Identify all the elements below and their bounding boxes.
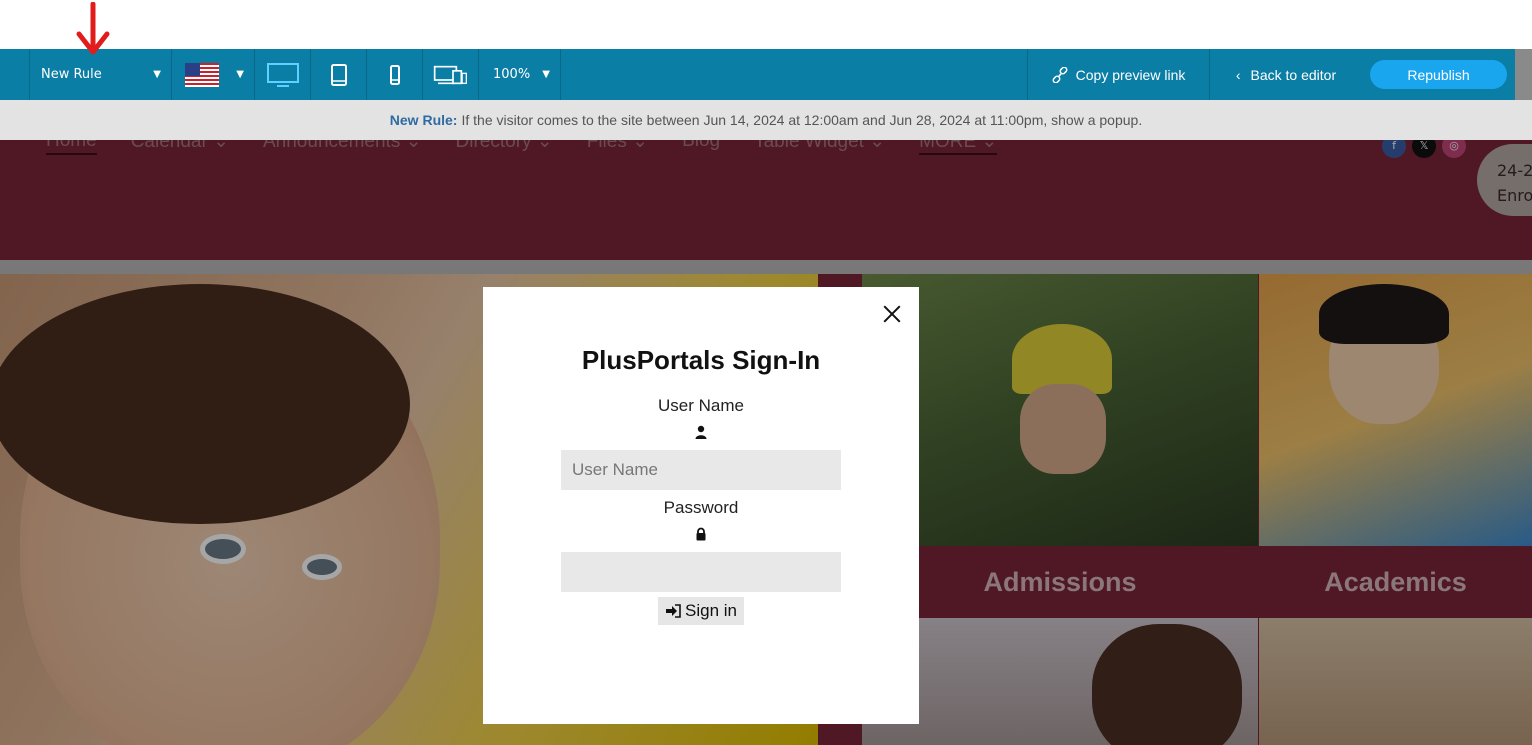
copy-preview-link-label: Copy preview link [1075, 66, 1186, 83]
red-arrow-annotation [76, 2, 110, 55]
mobile-icon [389, 64, 400, 85]
rule-description: If the visitor comes to the site between… [461, 112, 1143, 128]
all-devices-view-button[interactable] [423, 49, 479, 100]
rule-description-bar: New Rule: If the visitor comes to the si… [0, 100, 1532, 140]
signin-modal: PlusPortals Sign-In User Name Password S… [483, 287, 919, 724]
chevron-left-icon: ‹ [1235, 66, 1241, 83]
us-flag-icon [185, 62, 219, 87]
password-input[interactable] [561, 552, 841, 592]
toolbar-spacer [561, 49, 1028, 100]
desktop-icon [266, 62, 299, 87]
top-margin [0, 0, 1532, 49]
sign-in-label: Sign in [685, 601, 737, 620]
back-to-editor-button[interactable]: ‹ Back to editor [1210, 49, 1362, 100]
sign-in-button[interactable]: Sign in [658, 597, 744, 625]
username-input[interactable] [561, 450, 841, 490]
republish-wrap: Republish [1362, 49, 1515, 100]
tablet-view-button[interactable] [311, 49, 367, 100]
password-label: Password [663, 498, 739, 517]
lock-icon [696, 527, 706, 541]
back-to-editor-label: Back to editor [1250, 66, 1337, 83]
sign-in-icon [666, 604, 681, 618]
zoom-select[interactable]: 100% ▼ [479, 49, 561, 100]
rule-select-label: New Rule [41, 67, 102, 82]
chevron-down-icon: ▼ [236, 69, 244, 80]
link-icon [1052, 66, 1068, 83]
scrollbar-strip [1515, 49, 1532, 100]
zoom-value: 100% [493, 67, 531, 82]
tablet-icon [330, 63, 347, 86]
language-select[interactable]: ▼ [172, 49, 255, 100]
multi-device-icon [433, 65, 467, 84]
preview-toolbar: New Rule ▼ ▼ 100% ▼ Copy preview link ‹ … [0, 49, 1532, 100]
user-icon [695, 425, 707, 439]
republish-button[interactable]: Republish [1370, 60, 1507, 89]
username-label: User Name [658, 396, 744, 415]
copy-preview-link-button[interactable]: Copy preview link [1028, 49, 1210, 100]
desktop-view-button[interactable] [255, 49, 311, 100]
chevron-down-icon: ▼ [153, 69, 161, 80]
mobile-view-button[interactable] [367, 49, 423, 100]
rule-name: New Rule: [389, 112, 458, 128]
chevron-down-icon: ▼ [542, 69, 550, 80]
close-icon[interactable] [881, 303, 903, 325]
modal-title: PlusPortals Sign-In [581, 345, 821, 375]
